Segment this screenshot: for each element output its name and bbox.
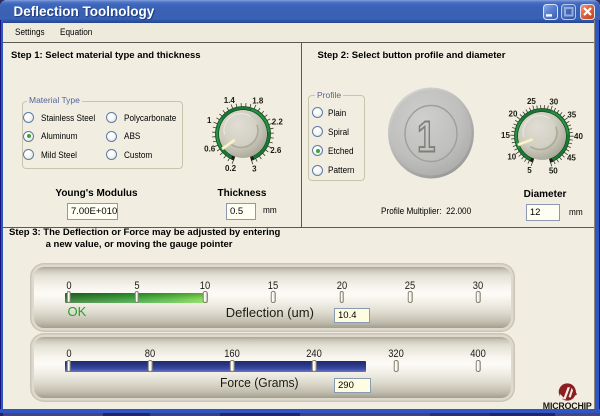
svg-text:45: 45	[567, 153, 576, 162]
svg-text:10: 10	[507, 152, 516, 161]
svg-text:5: 5	[527, 166, 532, 175]
svg-text:40: 40	[574, 132, 583, 141]
svg-text:2.2: 2.2	[272, 117, 284, 126]
svg-text:1: 1	[417, 113, 435, 162]
svg-text:1: 1	[207, 116, 212, 125]
svg-text:3: 3	[252, 165, 257, 174]
svg-text:30: 30	[549, 97, 558, 106]
svg-text:35: 35	[567, 111, 576, 120]
svg-text:0.2: 0.2	[225, 164, 237, 173]
svg-text:50: 50	[549, 167, 558, 176]
svg-text:2.6: 2.6	[270, 146, 282, 155]
svg-text:MICROCHIP: MICROCHIP	[543, 401, 592, 409]
svg-text:25: 25	[527, 97, 536, 106]
svg-text:0.6: 0.6	[204, 145, 216, 154]
svg-text:20: 20	[509, 110, 518, 119]
svg-text:1.8: 1.8	[252, 97, 264, 106]
svg-text:1.4: 1.4	[224, 96, 236, 105]
svg-text:15: 15	[501, 131, 510, 140]
